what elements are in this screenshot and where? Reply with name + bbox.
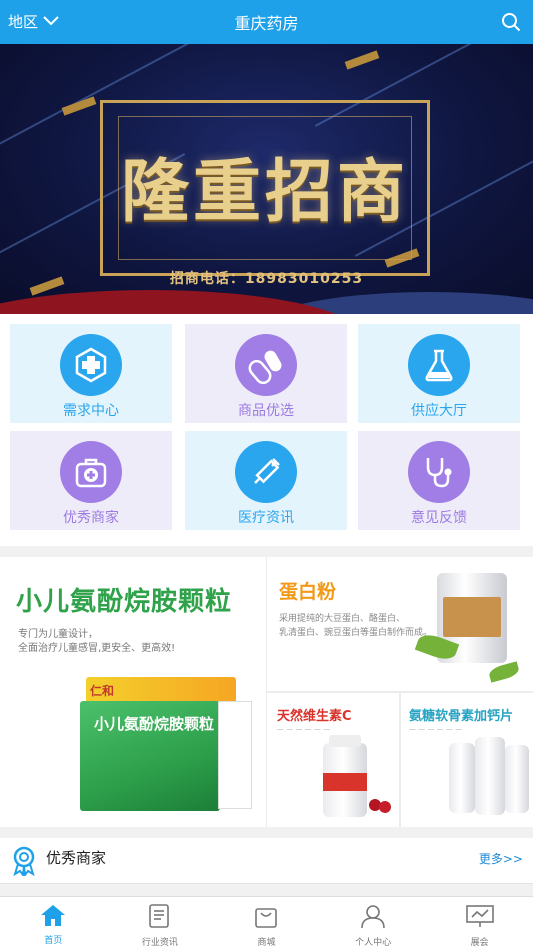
promo-banner[interactable]: 隆重招商 招商电话：18983010253: [0, 44, 533, 314]
ad-vitamin-c[interactable]: 天然维生素C — — — — — —: [267, 693, 399, 827]
ad-title: 蛋白粉: [279, 581, 337, 603]
ad-desc: 采用提纯的大豆蛋白、酪蛋白、: [279, 614, 406, 624]
flask-icon: [408, 334, 470, 396]
tab-label: 展会: [470, 938, 489, 947]
tab-profile[interactable]: 个人中心: [320, 897, 427, 947]
vitamin-bottle-image: [323, 735, 367, 817]
app-screen: 地区 重庆药房 隆重招商 招商电话：18983010253 需求中心 商品优选 …: [0, 0, 533, 947]
product-ads: 小儿氨酚烷胺颗粒 专门为儿童设计， 全面治疗儿童感冒,更安全、更高效! 仁和 小…: [0, 557, 533, 827]
grid-item-label: 供应大厅: [411, 403, 467, 419]
grid-item-label: 商品优选: [238, 403, 294, 419]
ad-children-granules[interactable]: 小儿氨酚烷胺颗粒 专门为儿童设计， 全面治疗儿童感冒,更安全、更高效! 仁和 小…: [0, 557, 266, 827]
stethoscope-icon: [408, 441, 470, 503]
top-bar: 地区 重庆药房: [0, 0, 533, 44]
ad-desc: 乳清蛋白、豌豆蛋白等蛋白制作而成。: [279, 628, 433, 638]
tab-label: 商城: [257, 938, 276, 947]
grid-item-medical-news[interactable]: 医疗资讯: [185, 431, 347, 530]
grid-item-product-select[interactable]: 商品优选: [185, 324, 347, 423]
banner-headline: 隆重招商: [120, 152, 409, 232]
tab-industry-news[interactable]: 行业资讯: [107, 897, 214, 947]
section-title: 优秀商家: [46, 849, 107, 867]
bottom-tab-bar: 首页 行业资讯 商城 个人中心 展会: [0, 896, 533, 947]
tab-label: 首页: [44, 936, 63, 946]
grid-item-demand-center[interactable]: 需求中心: [10, 324, 172, 423]
ad-protein-powder[interactable]: 蛋白粉 采用提纯的大豆蛋白、酪蛋白、 乳清蛋白、豌豆蛋白等蛋白制作而成。: [267, 557, 533, 691]
news-icon: [147, 903, 173, 933]
product-box-image: 仁和 小儿氨酚烷胺颗粒: [80, 677, 254, 811]
calcium-bottle-image: [449, 743, 475, 813]
ad-desc: 全面治疗儿童感冒,更安全、更高效!: [18, 643, 176, 654]
search-icon[interactable]: [501, 12, 521, 36]
grid-item-supply-hall[interactable]: 供应大厅: [358, 324, 520, 423]
tab-label: 行业资讯: [141, 938, 178, 947]
more-link[interactable]: 更多>>: [479, 850, 523, 867]
ad-desc: 专门为儿童设计，: [18, 629, 98, 640]
grid-item-excellent-merchants[interactable]: 优秀商家: [10, 431, 172, 530]
medical-cross-icon: [60, 334, 122, 396]
feature-grid: 需求中心 商品优选 供应大厅 优秀商家 医疗资讯 意见反馈: [0, 314, 533, 546]
page-title: 重庆药房: [234, 14, 299, 33]
ad-title: 氨糖软骨素加钙片: [409, 709, 514, 724]
exhibition-icon: [465, 903, 495, 933]
grid-item-label: 需求中心: [63, 403, 119, 419]
grid-item-label: 优秀商家: [63, 510, 119, 526]
home-icon: [40, 903, 66, 931]
tab-exhibition[interactable]: 展会: [426, 897, 533, 947]
merchants-section-header: 优秀商家 更多>>: [0, 838, 533, 884]
box-brand: 仁和: [90, 684, 115, 698]
grid-item-label: 意见反馈: [411, 510, 467, 526]
box-product-name: 小儿氨酚烷胺颗粒: [94, 715, 215, 733]
medkit-icon: [60, 441, 122, 503]
grid-item-feedback[interactable]: 意见反馈: [358, 431, 520, 530]
grid-item-label: 医疗资讯: [238, 510, 294, 526]
chevron-down-icon: [38, 13, 60, 31]
ad-title: 天然维生素C: [277, 709, 352, 724]
tab-home[interactable]: 首页: [0, 897, 107, 947]
shopping-bag-icon: [253, 903, 279, 933]
tab-label: 个人中心: [355, 938, 392, 947]
award-badge-icon: [10, 846, 38, 880]
pills-icon: [235, 334, 297, 396]
user-icon: [360, 903, 386, 933]
region-selector[interactable]: 地区: [8, 11, 60, 32]
region-label: 地区: [8, 13, 39, 31]
syringe-icon: [235, 441, 297, 503]
ad-title: 小儿氨酚烷胺颗粒: [16, 587, 233, 617]
ad-calcium-tablets[interactable]: 氨糖软骨素加钙片 — — — — — —: [401, 693, 533, 827]
tab-mall[interactable]: 商城: [213, 897, 320, 947]
banner-phone: 招商电话：18983010253: [169, 271, 364, 287]
